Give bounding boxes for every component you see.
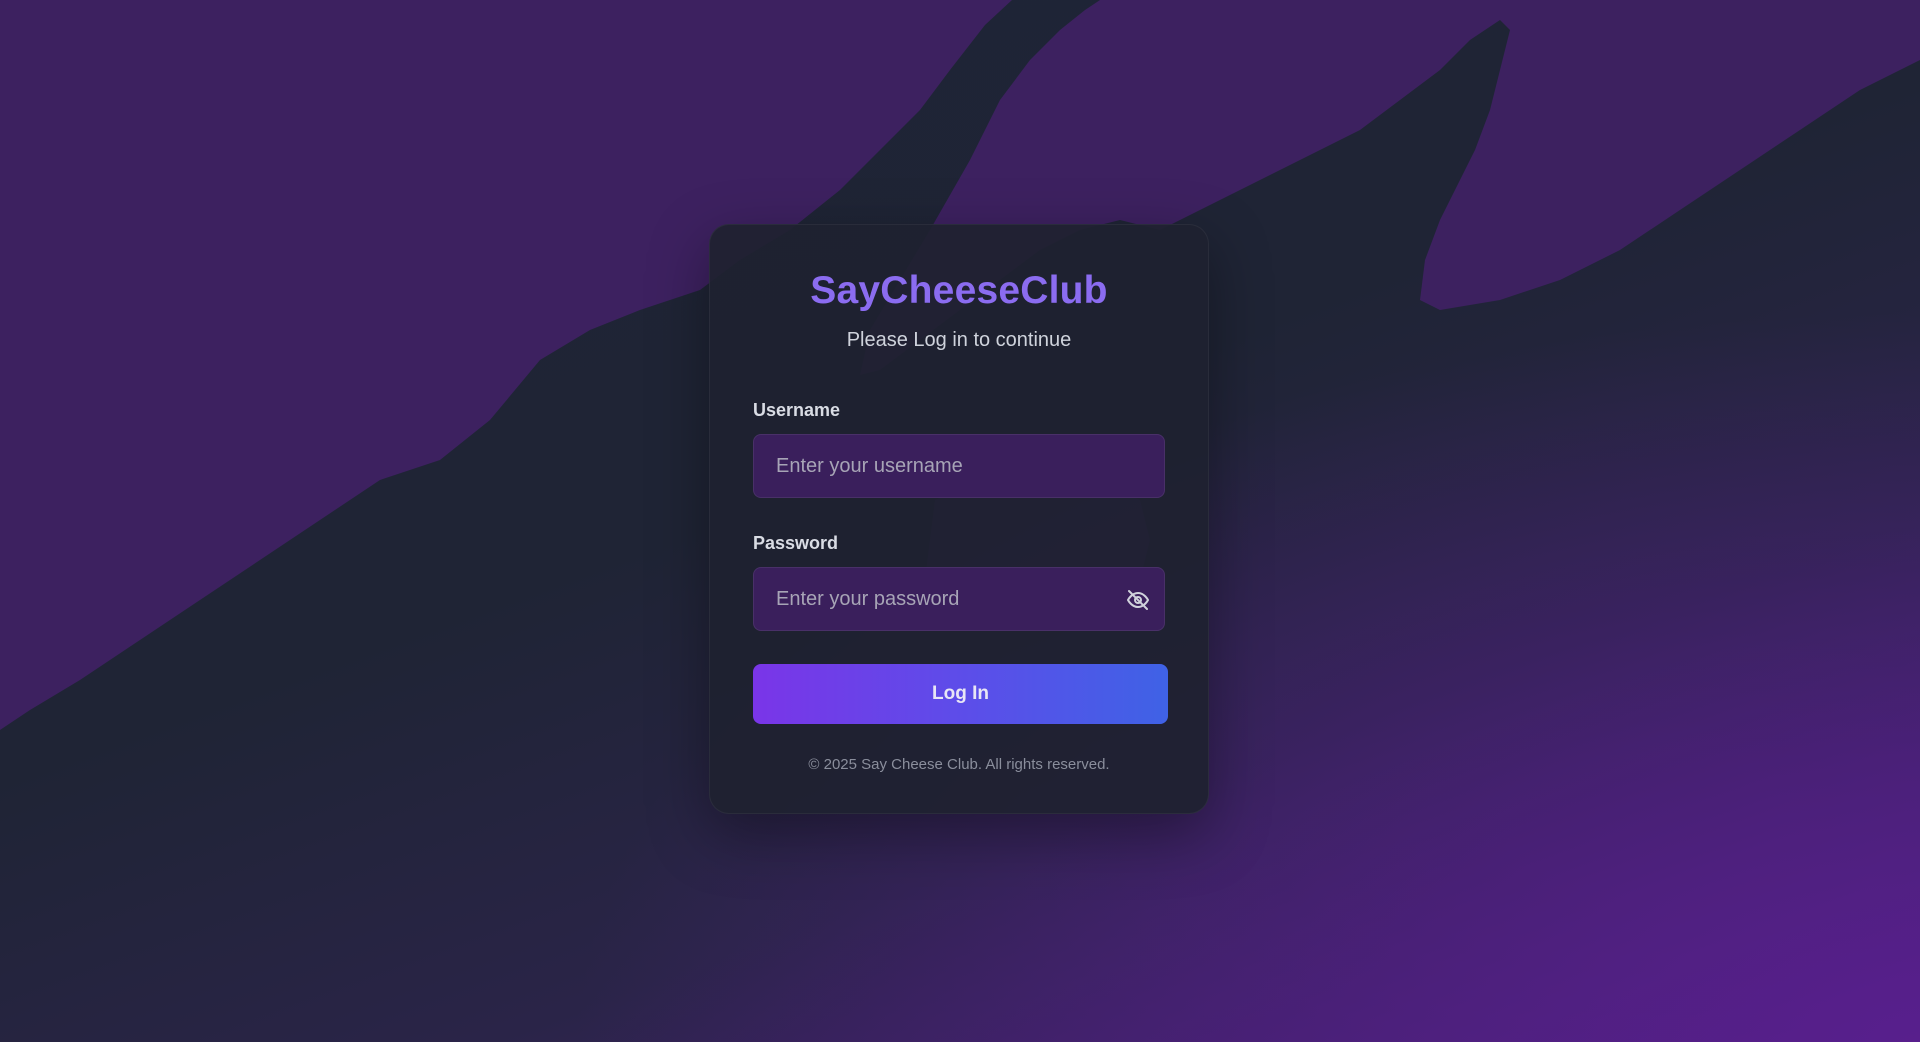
username-field-wrapper [753,434,1165,498]
password-field-wrapper [753,567,1165,631]
login-subtitle: Please Log in to continue [846,329,1072,351]
login-card: SayCheeseClub Please Log in to continue … [709,224,1209,814]
app-title: SayCheeseClub [810,269,1108,312]
username-label: Username [753,400,841,420]
eye-off-icon[interactable] [1124,586,1152,614]
login-button[interactable]: Log In [753,664,1168,724]
password-label: Password [753,533,839,553]
copyright-footer: © 2025 Say Cheese Club. All rights reser… [808,756,1110,773]
password-input[interactable] [754,568,1164,630]
username-input[interactable] [754,435,1164,497]
